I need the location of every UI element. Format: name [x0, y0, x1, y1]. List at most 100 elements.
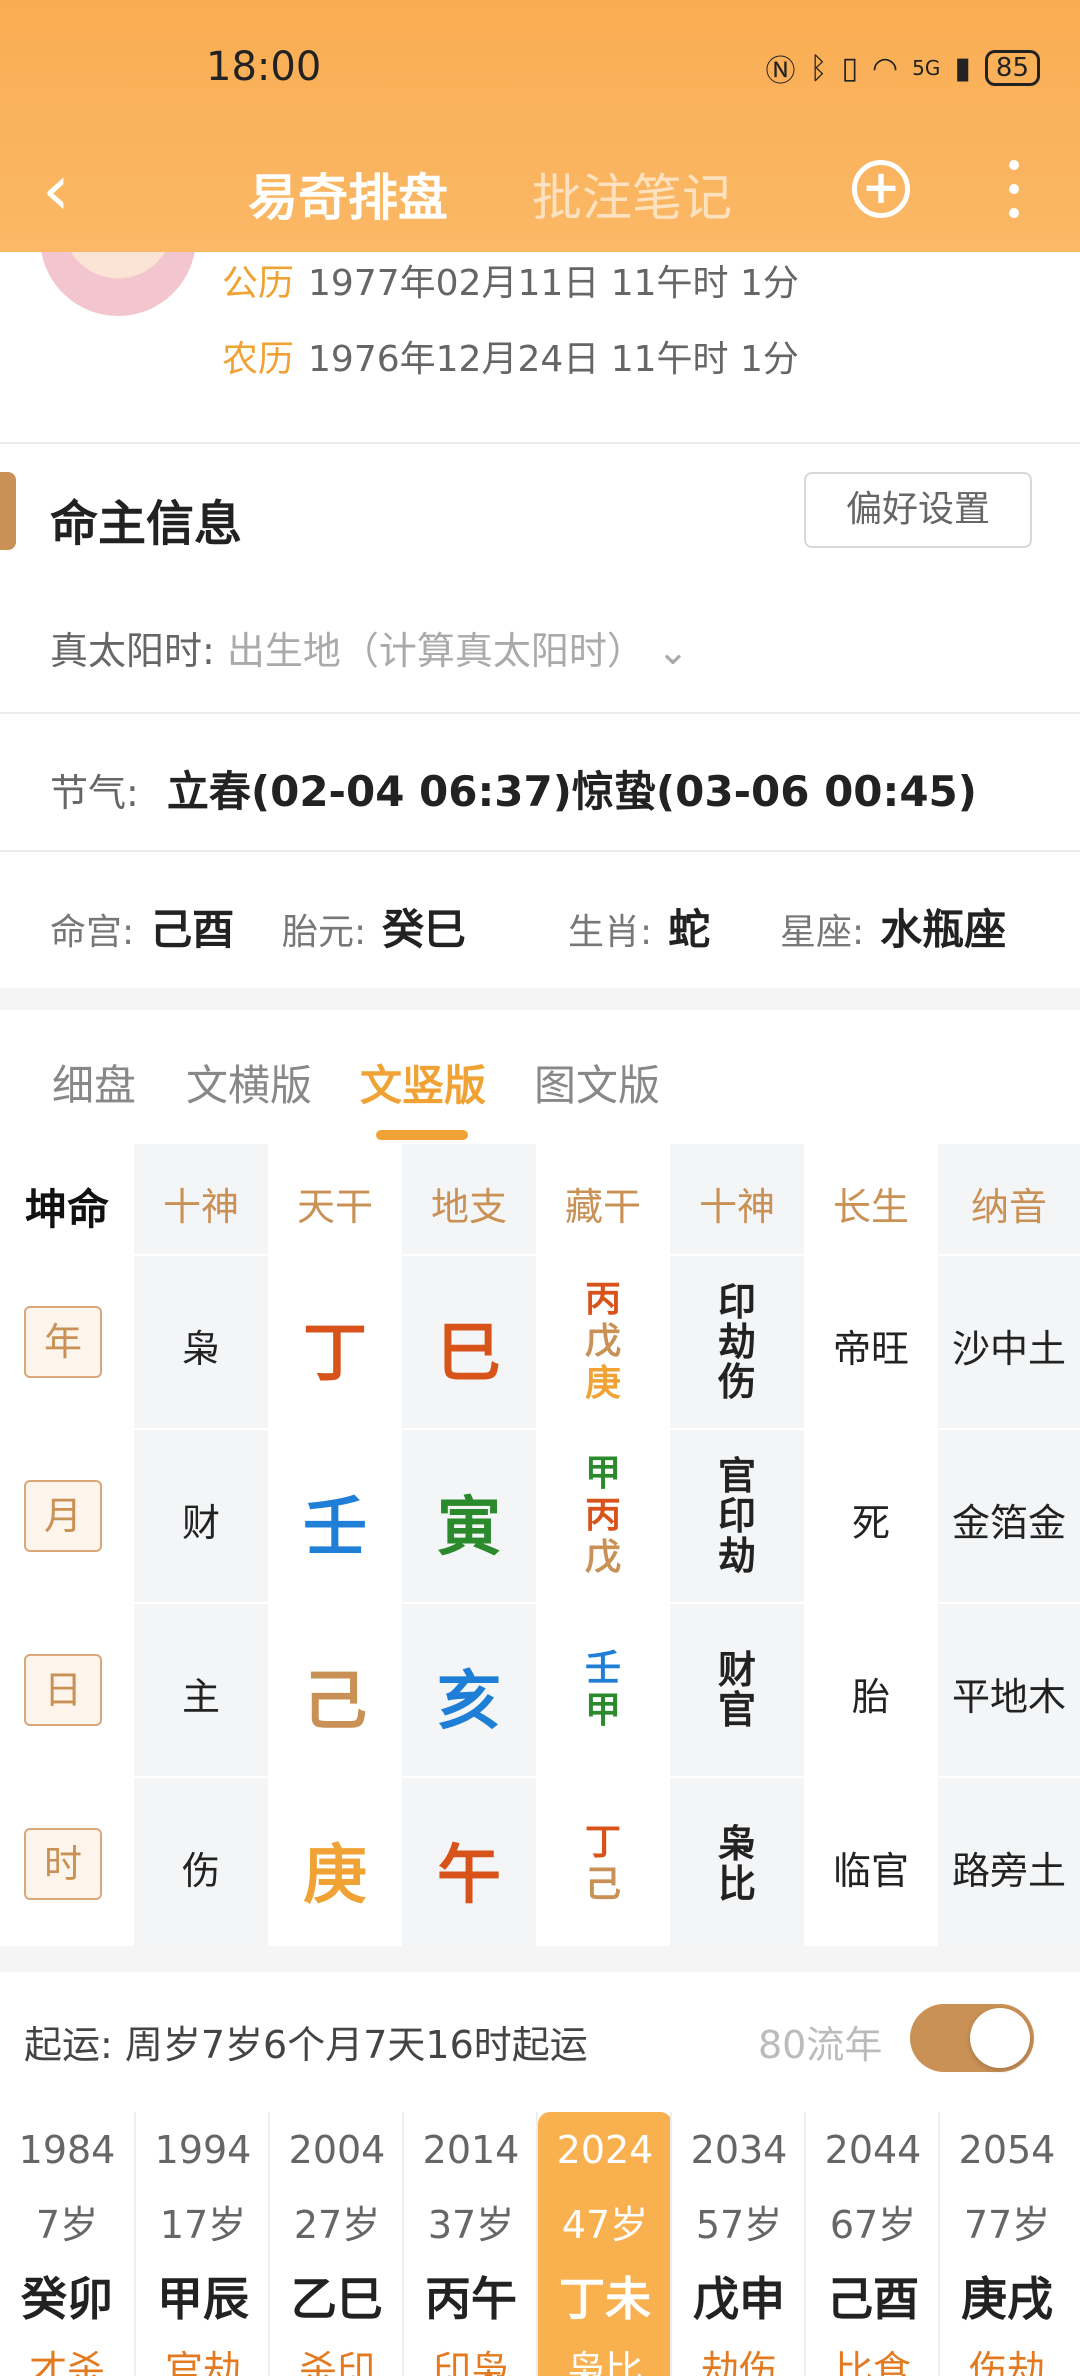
dayun-item[interactable]: 2034 57岁 戊申 劫伤	[672, 2112, 806, 2376]
pillar-label[interactable]: 时	[24, 1828, 102, 1900]
dayun-year: 1994	[154, 2128, 252, 2172]
tab-horizontal-text[interactable]: 文横版	[186, 1052, 312, 1113]
header-canggan: 藏干	[564, 1185, 641, 1229]
zodiac-animal: 生肖: 蛇	[568, 905, 711, 954]
shishen2-cell: 印劫伤	[670, 1282, 804, 1402]
more-menu-icon[interactable]	[1006, 160, 1022, 218]
canggan-cell: 丙戊庚	[536, 1279, 670, 1405]
dayun-year: 1984	[18, 2128, 116, 2172]
shishen-cell: 枭	[181, 1327, 220, 1371]
shishen2-cell: 官印劫	[670, 1456, 804, 1576]
nfc-icon: Ⓝ	[765, 54, 796, 89]
tiangan-cell: 己	[303, 1665, 367, 1739]
dayun-separator	[134, 2112, 136, 2376]
canggan-char: 己	[584, 1864, 621, 1905]
solar-date-row: 公历 1977年02月11日 11午时 1分	[222, 254, 799, 306]
qiyun-text: 起运: 周岁7岁6个月7天16时起运	[24, 2023, 588, 2067]
shishen2-char: 官	[717, 1688, 756, 1732]
shishen2-char: 财	[717, 1648, 756, 1692]
tab-annotation-notes[interactable]: 批注笔记	[532, 158, 732, 230]
toggle-knob	[970, 2008, 1030, 2068]
dayun-ganzhi: 己酉	[827, 2272, 919, 2326]
tab-vertical-text[interactable]: 文竖版	[360, 1052, 486, 1113]
divider	[0, 850, 1080, 852]
dayun-item[interactable]: 2014 37岁 丙午 印枭	[404, 2112, 538, 2376]
tab-yiqi-paipan[interactable]: 易奇排盘	[248, 158, 448, 230]
shishen-cell: 伤	[181, 1849, 220, 1893]
dayun-separator	[402, 2112, 404, 2376]
canggan-char: 甲	[584, 1453, 621, 1494]
battery-icon: 85	[984, 50, 1040, 86]
dayun-shishen: 比食	[834, 2348, 911, 2376]
pillar-label[interactable]: 日	[24, 1654, 102, 1726]
section-title: 命主信息	[50, 496, 243, 552]
dizhi-cell: 巳	[437, 1317, 501, 1391]
nayin-cell: 沙中土	[951, 1327, 1066, 1371]
shishen2-cell: 财官	[670, 1650, 804, 1730]
gender-ming-header: 坤命	[24, 1185, 109, 1234]
tab-detail[interactable]: 细盘	[52, 1052, 136, 1113]
dayun-shishen: 杀印	[298, 2348, 375, 2376]
header-nayin: 纳音	[970, 1185, 1047, 1229]
pillar-label[interactable]: 年	[24, 1306, 102, 1378]
shishen2-char: 枭	[717, 1822, 756, 1866]
dayun-item[interactable]: 2004 27岁 乙巳 杀印	[270, 2112, 404, 2376]
canggan-cell: 壬甲	[536, 1648, 670, 1732]
liunian-toggle[interactable]	[910, 2004, 1034, 2072]
canggan-cell: 甲丙戊	[536, 1453, 670, 1579]
status-icons: Ⓝ ᛒ ▯ ◠ 5G ▮ 85	[765, 46, 1040, 90]
shishen2-char: 印	[717, 1494, 756, 1538]
canggan-char: 戊	[584, 1537, 621, 1578]
dayun-item[interactable]: 2024 47岁 丁未 枭比	[538, 2112, 672, 2376]
nayin-cell: 金箔金	[951, 1501, 1066, 1545]
dayun-separator	[804, 2112, 806, 2376]
back-button[interactable]: ‹	[42, 150, 70, 230]
nayin-cell: 路旁土	[951, 1849, 1066, 1893]
shishen-cell: 主	[181, 1675, 220, 1719]
pillar-label[interactable]: 月	[24, 1480, 102, 1552]
dayun-age: 47岁	[561, 2203, 649, 2247]
lunar-date-value: 1976年12月24日 11午时 1分	[308, 339, 799, 380]
dayun-item[interactable]: 1994 17岁 甲辰 官劫	[136, 2112, 270, 2376]
canggan-char: 甲	[584, 1690, 621, 1731]
dayun-year: 2034	[690, 2128, 788, 2172]
dayun-item[interactable]: 1984 7岁 癸卯 才杀	[0, 2112, 134, 2376]
tab-graphic[interactable]: 图文版	[534, 1052, 660, 1113]
dayun-age: 27岁	[293, 2203, 381, 2247]
dayun-year: 2054	[958, 2128, 1056, 2172]
vibrate-icon: ▯	[841, 50, 858, 86]
shishen2-char: 比	[717, 1862, 756, 1906]
dayun-item[interactable]: 2044 67岁 己酉 比食	[806, 2112, 940, 2376]
bluetooth-icon: ᛒ	[809, 50, 828, 86]
changsheng-cell: 胎	[851, 1675, 890, 1719]
tai-yuan: 胎元: 癸巳	[282, 905, 467, 954]
solar-date-label: 公历	[222, 263, 295, 304]
dayun-item[interactable]: 2054 77岁 庚戌 伤劫	[940, 2112, 1074, 2376]
section-gap	[0, 1946, 1080, 1972]
dayun-separator	[536, 2112, 538, 2376]
dizhi-cell: 亥	[437, 1665, 501, 1739]
preferences-button[interactable]: 偏好设置	[804, 472, 1032, 548]
true-solar-time-row[interactable]: 真太阳时: 出生地（计算真太阳时） ⌄	[50, 620, 689, 675]
canggan-char: 戊	[584, 1321, 621, 1362]
divider	[0, 712, 1080, 714]
dayun-shishen: 才杀	[28, 2348, 105, 2376]
canggan-char: 庚	[584, 1363, 621, 1404]
dayun-age: 77岁	[963, 2203, 1051, 2247]
dayun-ganzhi: 乙巳	[291, 2272, 383, 2326]
changsheng-cell: 帝旺	[832, 1327, 909, 1371]
dayun-ganzhi: 庚戌	[961, 2272, 1053, 2326]
header-shishen: 十神	[162, 1185, 239, 1229]
dayun-separator	[938, 2112, 940, 2376]
shishen2-char: 官	[717, 1454, 756, 1498]
wifi-icon: ◠	[871, 50, 899, 86]
add-icon[interactable]: +	[852, 160, 910, 218]
birthplace-select[interactable]: 出生地（计算真太阳时）	[227, 629, 645, 673]
true-solar-time-label: 真太阳时:	[50, 629, 215, 673]
nayin-cell: 平地木	[951, 1675, 1066, 1719]
dayun-ganzhi: 甲辰	[157, 2272, 249, 2326]
dayun-ganzhi: 戊申	[693, 2272, 785, 2326]
canggan-char: 丙	[584, 1279, 621, 1320]
dayun-shishen: 劫伤	[700, 2348, 777, 2376]
liunian-label: 80流年	[758, 2023, 883, 2067]
